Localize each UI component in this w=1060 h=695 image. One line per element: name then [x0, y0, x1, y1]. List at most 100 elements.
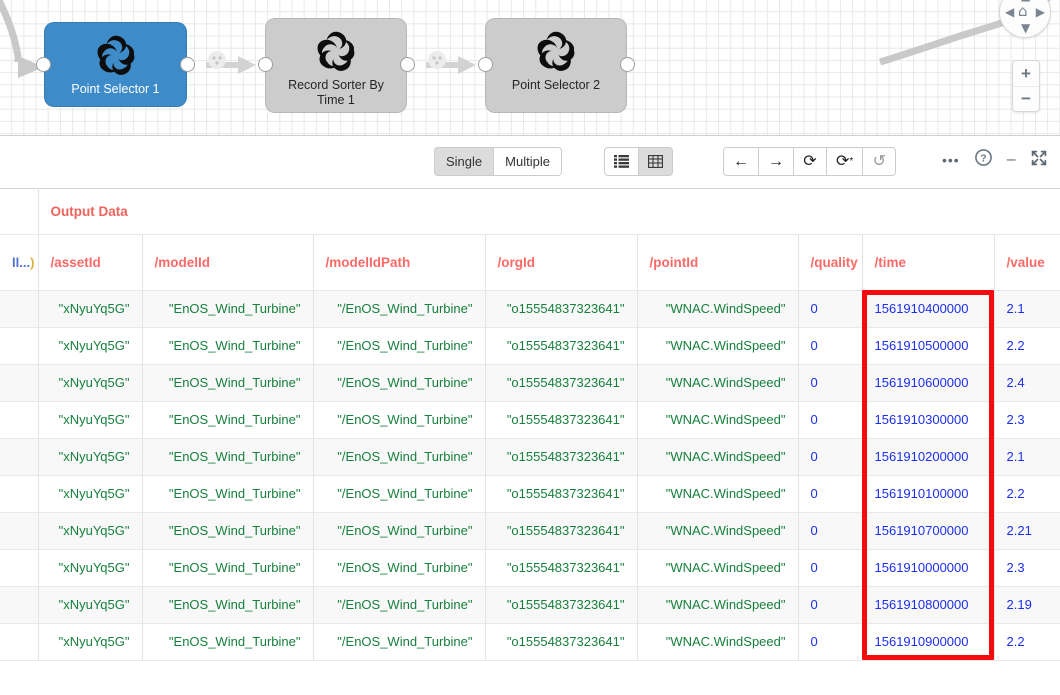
cell-time[interactable]: 1561910500000 [862, 327, 995, 365]
reset-button[interactable]: ↺ [863, 147, 897, 176]
cell-time[interactable]: 1561910000000 [862, 549, 995, 587]
cell-value[interactable]: 2.3 [994, 549, 1060, 587]
cell-assetid[interactable]: "xNyuYq5G" [38, 327, 143, 365]
cell-assetid[interactable]: "xNyuYq5G" [38, 549, 143, 587]
cell-orgid[interactable]: "o15554837323641" [485, 586, 638, 624]
cell-time[interactable]: 1561910400000 [862, 290, 995, 328]
cell-pointid[interactable]: "WNAC.WindSpeed" [637, 290, 799, 328]
output-data-table-container[interactable]: Output Data ll...) /assetId /modelId /mo… [0, 189, 1060, 695]
refresh-button[interactable]: ⟳ [794, 147, 827, 176]
cell-pointid[interactable]: "WNAC.WindSpeed" [637, 623, 799, 661]
cell-quality[interactable]: 0 [798, 438, 863, 476]
table-row[interactable]: "xNyuYq5G" "EnOS_Wind_Turbine" "/EnOS_Wind… [0, 438, 1060, 476]
cell-time[interactable]: 1561910700000 [862, 512, 995, 550]
cell-modelid[interactable]: "EnOS_Wind_Turbine" [142, 549, 314, 587]
cell-value[interactable]: 2.3 [994, 401, 1060, 439]
node1-input-port[interactable] [36, 57, 51, 72]
cell-orgid[interactable]: "o15554837323641" [485, 438, 638, 476]
node3-output-port[interactable] [620, 57, 635, 72]
cell-time[interactable]: 1561910600000 [862, 364, 995, 402]
node1-output-port[interactable] [180, 57, 195, 72]
cell-assetid[interactable]: "xNyuYq5G" [38, 475, 143, 513]
fullscreen-button[interactable] [1031, 150, 1047, 171]
cell-pointid[interactable]: "WNAC.WindSpeed" [637, 475, 799, 513]
table-row[interactable]: "xNyuYq5G" "EnOS_Wind_Turbine" "/EnOS_Wind… [0, 364, 1060, 402]
cell-modelidpath[interactable]: "/EnOS_Wind_Turbine" [313, 549, 486, 587]
cell-assetid[interactable]: "xNyuYq5G" [38, 512, 143, 550]
cell-assetid[interactable]: "xNyuYq5G" [38, 290, 143, 328]
cell-orgid[interactable]: "o15554837323641" [485, 290, 638, 328]
cell-assetid[interactable]: "xNyuYq5G" [38, 401, 143, 439]
table-row[interactable]: "xNyuYq5G" "EnOS_Wind_Turbine" "/EnOS_Wind… [0, 327, 1060, 365]
table-row[interactable]: "xNyuYq5G" "EnOS_Wind_Turbine" "/EnOS_Wind… [0, 586, 1060, 624]
cell-pointid[interactable]: "WNAC.WindSpeed" [637, 401, 799, 439]
table-row[interactable]: "xNyuYq5G" "EnOS_Wind_Turbine" "/EnOS_Wind… [0, 401, 1060, 439]
cell-modelidpath[interactable]: "/EnOS_Wind_Turbine" [313, 401, 486, 439]
view-toggle-group[interactable] [604, 147, 673, 176]
minimize-icon[interactable]: – [1007, 152, 1016, 168]
cell-time[interactable]: 1561910800000 [862, 586, 995, 624]
cell-assetid[interactable]: "xNyuYq5G" [38, 623, 143, 661]
cell-value[interactable]: 2.2 [994, 623, 1060, 661]
table-row[interactable]: "xNyuYq5G" "EnOS_Wind_Turbine" "/EnOS_Wind… [0, 512, 1060, 550]
cell-quality[interactable]: 0 [798, 475, 863, 513]
help-button[interactable]: ? [974, 149, 992, 171]
column-header-pointid[interactable]: /pointId [637, 234, 799, 291]
pan-right-icon[interactable]: ▶ [1036, 6, 1045, 18]
cell-time[interactable]: 1561910100000 [862, 475, 995, 513]
step-back-button[interactable]: ← [723, 147, 759, 176]
column-header-assetid[interactable]: /assetId [38, 234, 143, 291]
node2-output-port[interactable] [400, 57, 415, 72]
cell-orgid[interactable]: "o15554837323641" [485, 475, 638, 513]
cell-quality[interactable]: 0 [798, 549, 863, 587]
table-row[interactable]: "xNyuYq5G" "EnOS_Wind_Turbine" "/EnOS_Wind… [0, 290, 1060, 328]
table-row[interactable]: "xNyuYq5G" "EnOS_Wind_Turbine" "/EnOS_Wind… [0, 623, 1060, 661]
zoom-in-button[interactable]: + [1013, 61, 1039, 87]
column-header-modelidpath[interactable]: /modelIdPath [313, 234, 486, 291]
mode-multiple-button[interactable]: Multiple [494, 147, 562, 176]
cell-pointid[interactable]: "WNAC.WindSpeed" [637, 364, 799, 402]
column-header-orgid[interactable]: /orgId [485, 234, 638, 291]
cell-modelid[interactable]: "EnOS_Wind_Turbine" [142, 401, 314, 439]
cell-assetid[interactable]: "xNyuYq5G" [38, 438, 143, 476]
cell-orgid[interactable]: "o15554837323641" [485, 327, 638, 365]
cell-modelid[interactable]: "EnOS_Wind_Turbine" [142, 364, 314, 402]
cell-orgid[interactable]: "o15554837323641" [485, 364, 638, 402]
cell-modelidpath[interactable]: "/EnOS_Wind_Turbine" [313, 512, 486, 550]
cell-pointid[interactable]: "WNAC.WindSpeed" [637, 586, 799, 624]
cell-pointid[interactable]: "WNAC.WindSpeed" [637, 327, 799, 365]
cell-orgid[interactable]: "o15554837323641" [485, 401, 638, 439]
cell-modelidpath[interactable]: "/EnOS_Wind_Turbine" [313, 586, 486, 624]
cell-quality[interactable]: 0 [798, 290, 863, 328]
cell-modelid[interactable]: "EnOS_Wind_Turbine" [142, 623, 314, 661]
mode-single-button[interactable]: Single [434, 147, 495, 176]
cell-pointid[interactable]: "WNAC.WindSpeed" [637, 549, 799, 587]
cell-assetid[interactable]: "xNyuYq5G" [38, 364, 143, 402]
cell-value[interactable]: 2.1 [994, 438, 1060, 476]
cell-quality[interactable]: 0 [798, 512, 863, 550]
cell-quality[interactable]: 0 [798, 364, 863, 402]
cell-modelidpath[interactable]: "/EnOS_Wind_Turbine" [313, 290, 486, 328]
table-row[interactable]: "xNyuYq5G" "EnOS_Wind_Turbine" "/EnOS_Wind… [0, 549, 1060, 587]
cell-modelidpath[interactable]: "/EnOS_Wind_Turbine" [313, 364, 486, 402]
list-view-button[interactable] [604, 147, 639, 176]
column-header-truncated[interactable]: ll...) [0, 234, 39, 291]
pan-left-icon[interactable]: ◀ [1005, 6, 1014, 18]
cell-value[interactable]: 2.4 [994, 364, 1060, 402]
cell-modelidpath[interactable]: "/EnOS_Wind_Turbine" [313, 438, 486, 476]
cell-quality[interactable]: 0 [798, 401, 863, 439]
pan-home-icon[interactable]: ⌂ [1018, 4, 1028, 19]
refresh-all-button[interactable]: ⟳ * [827, 147, 864, 176]
cell-quality[interactable]: 0 [798, 586, 863, 624]
mode-toggle-group[interactable]: Single Multiple [434, 147, 562, 176]
cell-time[interactable]: 1561910900000 [862, 623, 995, 661]
node2-input-port[interactable] [258, 57, 273, 72]
flow-canvas[interactable]: Point Selector 1 Record Sorter By Time 1 [0, 0, 1060, 136]
cell-orgid[interactable]: "o15554837323641" [485, 549, 638, 587]
cell-pointid[interactable]: "WNAC.WindSpeed" [637, 438, 799, 476]
cell-value[interactable]: 2.19 [994, 586, 1060, 624]
table-view-button[interactable] [639, 147, 673, 176]
zoom-control[interactable]: + − [1012, 60, 1040, 112]
cell-modelidpath[interactable]: "/EnOS_Wind_Turbine" [313, 327, 486, 365]
cell-orgid[interactable]: "o15554837323641" [485, 623, 638, 661]
